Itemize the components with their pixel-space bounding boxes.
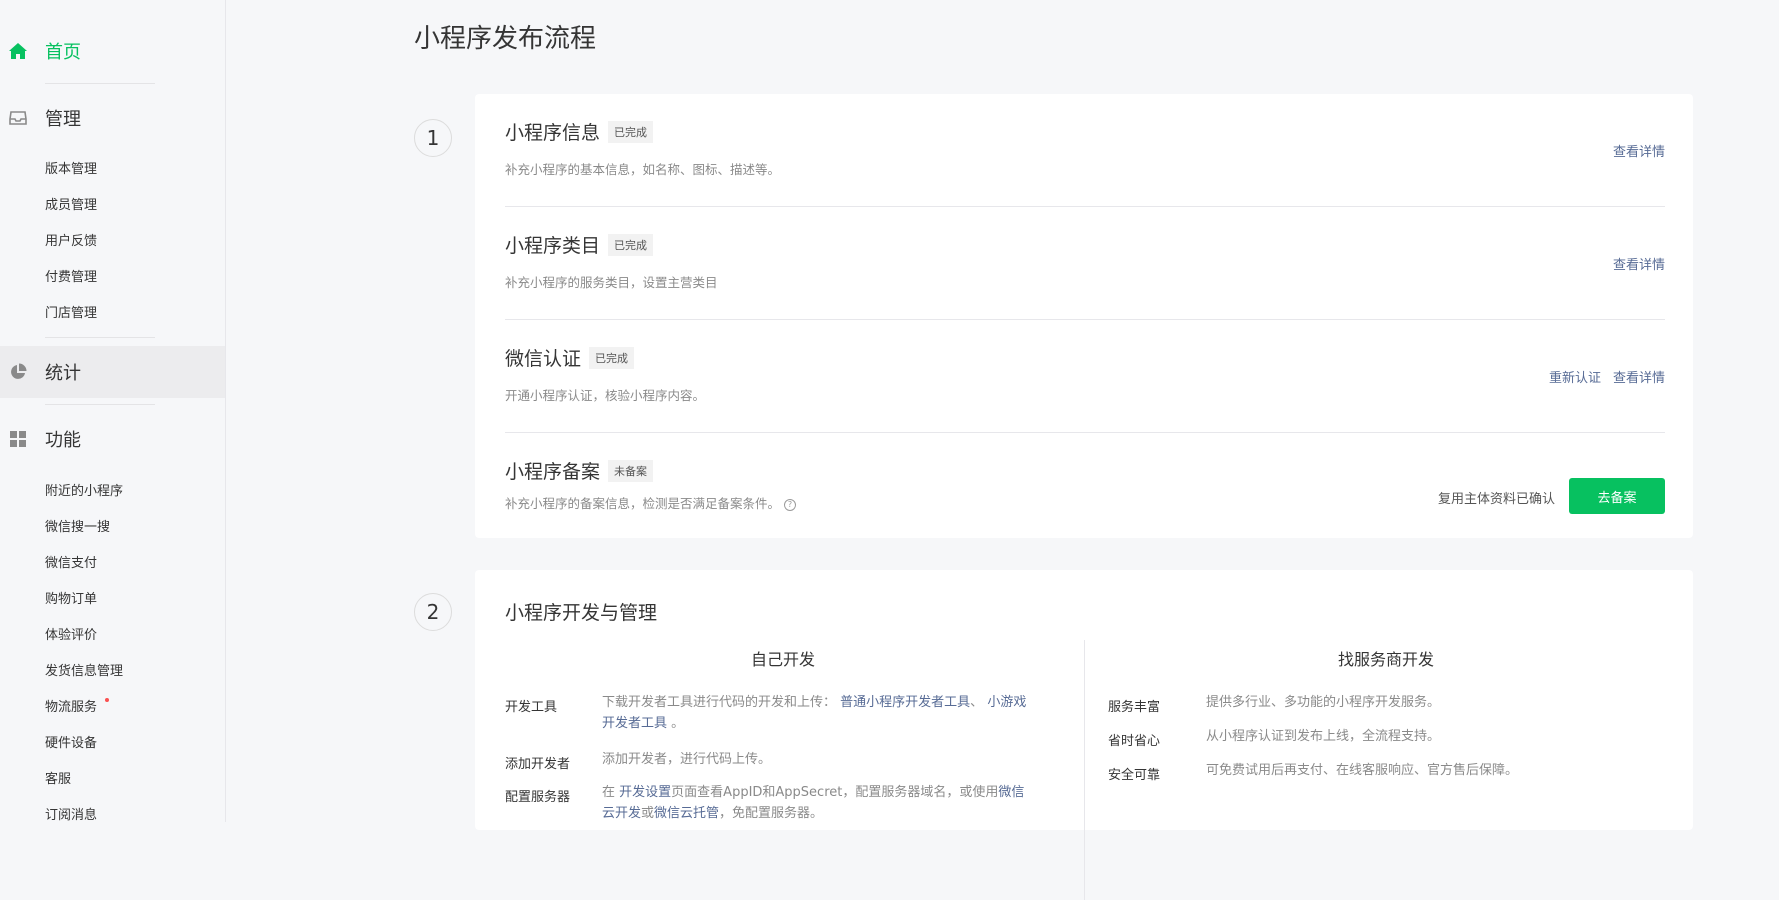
step1-card: 小程序信息 已完成 补充小程序的基本信息，如名称、图标、描述等。 查看详情 小程序…	[475, 94, 1693, 538]
rich-service-label: 服务丰富	[1108, 700, 1161, 715]
row-actions: 重新认证 查看详情	[1549, 367, 1665, 386]
view-details-link[interactable]: 查看详情	[1613, 141, 1665, 160]
sidebar-item-nearby[interactable]: 附近的小程序	[45, 480, 123, 499]
self-dev-heading: 自己开发	[751, 650, 816, 669]
page-title: 小程序发布流程	[414, 24, 597, 54]
status-badge: 已完成	[589, 347, 635, 369]
sidebar-item-subscription[interactable]: 订阅消息	[45, 804, 97, 823]
sidebar-item-shipping-info[interactable]: 发货信息管理	[45, 660, 123, 679]
step2-title: 小程序开发与管理	[505, 602, 658, 624]
row-title: 小程序备案 未备案	[505, 457, 654, 484]
row-description: 开通小程序认证，核验小程序内容。	[505, 388, 706, 403]
server-config-text: 在 开发设置页面查看AppID和AppSecret，配置服务器域名，或使用微信云…	[602, 785, 1025, 821]
step2-card: 小程序开发与管理 自己开发 找服务商开发 开发工具 下载开发者工具进行代码的开发…	[475, 570, 1693, 900]
server-config-label: 配置服务器	[505, 790, 571, 805]
status-badge: 未备案	[608, 460, 654, 482]
devtools-link[interactable]: 普通小程序开发者工具	[840, 695, 970, 710]
step-number-2: 2	[414, 593, 452, 631]
sidebar-item-stores[interactable]: 门店管理	[45, 302, 97, 321]
row-actions: 查看详情	[1613, 141, 1665, 160]
step-row-category: 小程序类目 已完成 补充小程序的服务类目，设置主营类目 查看详情	[505, 207, 1665, 320]
sidebar-item-wxpay[interactable]: 微信支付	[45, 552, 97, 571]
home-icon	[8, 41, 28, 61]
view-details-link[interactable]: 查看详情	[1613, 254, 1665, 273]
sidebar-item-review[interactable]: 体验评价	[45, 624, 97, 643]
add-developer-label: 添加开发者	[505, 757, 571, 772]
sidebar-item-members[interactable]: 成员管理	[45, 194, 97, 213]
re-verify-link[interactable]: 重新认证	[1549, 367, 1601, 386]
cloud-hosting-link[interactable]: 微信云托管	[654, 806, 719, 821]
row-title: 小程序类目 已完成	[505, 231, 654, 258]
status-badge: 已完成	[608, 121, 654, 143]
add-developer-text: 添加开发者，进行代码上传。	[602, 752, 772, 767]
row-title: 微信认证 已完成	[505, 344, 635, 371]
step-row-verification: 微信认证 已完成 开通小程序认证，核验小程序内容。 重新认证 查看详情	[505, 320, 1665, 433]
pie-chart-icon	[8, 362, 28, 382]
sidebar-item-orders[interactable]: 购物订单	[45, 588, 97, 607]
secure-label: 安全可靠	[1108, 768, 1161, 783]
time-saving-text: 从小程序认证到发布上线，全流程支持。	[1206, 729, 1441, 744]
sidebar-manage[interactable]: 管理	[0, 95, 225, 141]
sidebar: 首页 管理 版本管理 成员管理 用户反馈 付费管理 门店管理 统计 功能 附近的…	[0, 0, 226, 823]
row-description: 补充小程序的服务类目，设置主营类目	[505, 275, 718, 290]
notification-dot	[105, 698, 109, 702]
rich-service-text: 提供多行业、多功能的小程序开发服务。	[1206, 695, 1441, 710]
row-title: 小程序信息 已完成	[505, 118, 654, 145]
status-badge: 已完成	[608, 234, 654, 256]
sidebar-stats-label: 统计	[45, 363, 81, 384]
sidebar-features[interactable]: 功能	[0, 416, 225, 462]
confirm-text: 复用主体资料已确认	[1437, 492, 1555, 507]
help-icon[interactable]: ?	[784, 499, 797, 511]
provider-dev-heading: 找服务商开发	[1338, 650, 1435, 669]
row-description: 补充小程序的备案信息，检测是否满足备案条件。?	[505, 493, 797, 512]
sidebar-item-hardware[interactable]: 硬件设备	[45, 732, 97, 751]
step-row-info: 小程序信息 已完成 补充小程序的基本信息，如名称、图标、描述等。 查看详情	[505, 94, 1665, 207]
sidebar-divider	[45, 404, 155, 405]
dev-settings-link[interactable]: 开发设置	[619, 785, 671, 800]
sidebar-home[interactable]: 首页	[0, 28, 225, 74]
inbox-icon	[8, 108, 28, 128]
secure-text: 可免费试用后再支付、在线客服响应、官方售后保障。	[1206, 763, 1519, 778]
go-filing-button[interactable]: 去备案	[1569, 478, 1665, 514]
tool-label: 开发工具	[505, 700, 558, 715]
sidebar-item-logistics[interactable]: 物流服务	[45, 696, 97, 715]
sidebar-item-payment[interactable]: 付费管理	[45, 266, 97, 285]
view-details-link[interactable]: 查看详情	[1613, 367, 1665, 386]
step-number-1: 1	[414, 119, 452, 157]
row-description: 补充小程序的基本信息，如名称、图标、描述等。	[505, 162, 781, 177]
tool-text: 下载开发者工具进行代码的开发和上传： 普通小程序开发者工具、 小游戏 开发者工具 …	[602, 695, 1027, 731]
sidebar-divider	[45, 83, 155, 84]
sidebar-stats[interactable]: 统计	[0, 346, 225, 398]
grid-icon	[8, 429, 28, 449]
sidebar-item-feedback[interactable]: 用户反馈	[45, 230, 97, 249]
column-divider	[1084, 640, 1085, 900]
sidebar-features-label: 功能	[45, 430, 81, 451]
sidebar-home-label: 首页	[45, 42, 81, 63]
row-actions: 查看详情	[1613, 254, 1665, 273]
sidebar-manage-label: 管理	[45, 109, 81, 130]
sidebar-item-search[interactable]: 微信搜一搜	[45, 516, 110, 535]
step-row-filing: 小程序备案 未备案 补充小程序的备案信息，检测是否满足备案条件。? 复用主体资料已…	[505, 433, 1665, 538]
time-saving-label: 省时省心	[1108, 734, 1161, 749]
sidebar-item-version[interactable]: 版本管理	[45, 158, 97, 177]
sidebar-item-customer-service[interactable]: 客服	[45, 768, 71, 787]
sidebar-divider	[45, 337, 155, 338]
